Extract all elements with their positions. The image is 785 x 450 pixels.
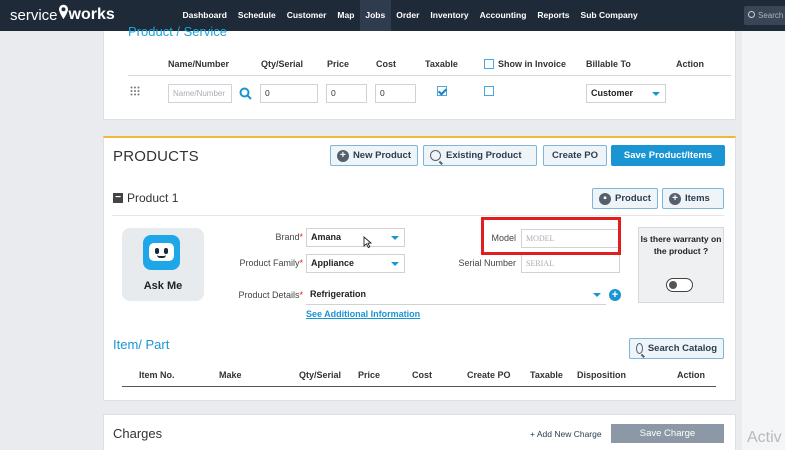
col-make: Make <box>219 370 242 380</box>
save-charge-button[interactable]: Save Charge <box>611 424 724 443</box>
create-po-button[interactable]: Create PO <box>543 145 607 166</box>
main-nav: Dashboard Schedule Customer Map Jobs Ord… <box>177 0 643 31</box>
chevron-down-icon <box>391 262 399 266</box>
item-header-divider <box>122 386 716 387</box>
col-action: Action <box>676 59 704 69</box>
col-item-action: Action <box>677 370 705 380</box>
save-product-items-button[interactable]: Save Product/Items <box>611 145 725 166</box>
products-title: PRODUCTS <box>113 148 199 165</box>
charges-title: Charges <box>113 426 163 441</box>
new-product-button[interactable]: + New Product <box>330 145 418 166</box>
robot-icon <box>143 235 180 270</box>
product-details-select[interactable]: Refrigeration <box>306 286 606 305</box>
search-icon <box>748 11 755 18</box>
col-item-taxable: Taxable <box>530 370 563 380</box>
drag-handle-icon[interactable] <box>130 86 140 96</box>
product-1-label: Product 1 <box>127 191 179 205</box>
activation-watermark: Activ <box>747 429 782 446</box>
item-part-title: Item/ Part <box>113 337 170 352</box>
nav-jobs[interactable]: Jobs <box>359 0 391 31</box>
nav-reports[interactable]: Reports <box>532 0 575 31</box>
brand-label: Brand* <box>275 232 303 242</box>
show-in-invoice-checkbox[interactable] <box>484 86 494 96</box>
taxable-checkbox[interactable] <box>437 86 447 96</box>
serial-number-label: Serial Number <box>458 258 516 268</box>
col-item-create-po: Create PO <box>467 370 511 380</box>
warranty-panel: Is there warranty on the product ? <box>638 227 724 303</box>
right-margin <box>742 31 785 450</box>
map-pin-icon <box>58 4 68 20</box>
col-price: Price <box>327 59 350 69</box>
col-item-disposition: Disposition <box>577 370 626 380</box>
serial-number-input[interactable]: SERIAL <box>521 254 620 273</box>
search-icon <box>430 150 441 161</box>
plus-icon: + <box>669 192 681 205</box>
brand-select[interactable]: Amana <box>306 228 405 247</box>
nav-map[interactable]: Map <box>332 0 360 31</box>
name-number-input[interactable]: Name/Number <box>168 84 232 103</box>
nav-order[interactable]: Order <box>391 0 425 31</box>
ask-me-widget[interactable]: Ask Me <box>122 228 204 301</box>
search-icon <box>636 343 643 354</box>
nav-schedule[interactable]: Schedule <box>232 0 281 31</box>
product-icon: ▪ <box>599 192 611 205</box>
nav-accounting[interactable]: Accounting <box>474 0 532 31</box>
search-icon[interactable] <box>239 87 252 100</box>
chevron-down-icon <box>593 293 601 297</box>
product-button[interactable]: ▪ Product <box>592 188 658 209</box>
product-details-label: Product Details* <box>238 290 303 300</box>
cost-input[interactable]: 0 <box>375 84 416 103</box>
collapse-icon[interactable]: − <box>113 193 123 203</box>
model-highlight-box <box>481 217 621 255</box>
col-billable-to: Billable To <box>586 59 631 69</box>
chevron-down-icon <box>652 92 660 96</box>
chevron-down-icon <box>391 236 399 240</box>
col-name-number: Name/Number <box>168 59 230 69</box>
add-new-charge-link[interactable]: + Add New Charge <box>530 429 602 439</box>
existing-product-button[interactable]: Existing Product <box>423 145 537 166</box>
see-additional-information-link[interactable]: See Additional Information <box>306 309 420 319</box>
col-item-no: Item No. <box>139 370 175 380</box>
col-item-cost: Cost <box>412 370 432 380</box>
col-taxable: Taxable <box>425 59 458 69</box>
product-family-label: Product Family* <box>239 258 303 268</box>
show-in-invoice-header-checkbox[interactable] <box>484 59 494 69</box>
servicesworks-logo[interactable]: service works <box>10 4 115 26</box>
billable-to-select[interactable]: Customer <box>586 84 666 103</box>
nav-sub-company[interactable]: Sub Company <box>575 0 643 31</box>
ask-me-label: Ask Me <box>143 280 183 292</box>
header-divider <box>128 75 731 76</box>
product-divider <box>112 215 724 216</box>
col-qty-serial: Qty/Serial <box>261 59 304 69</box>
search-catalog-button[interactable]: Search Catalog <box>629 338 724 359</box>
warranty-question: Is there warranty on the product ? <box>640 234 722 256</box>
col-item-qty-serial: Qty/Serial <box>299 370 342 380</box>
col-cost: Cost <box>376 59 396 69</box>
product-family-select[interactable]: Appliance <box>306 254 405 273</box>
warranty-toggle[interactable] <box>666 278 693 292</box>
nav-inventory[interactable]: Inventory <box>425 0 474 31</box>
mouse-cursor-icon <box>363 236 372 249</box>
price-input[interactable]: 0 <box>326 84 367 103</box>
col-show-in-invoice: Show in Invoice <box>498 59 567 69</box>
product-service-title: Product / Service <box>128 24 227 39</box>
top-search-input[interactable]: Search <box>744 6 785 25</box>
nav-customer[interactable]: Customer <box>281 0 332 31</box>
col-item-price: Price <box>358 370 381 380</box>
plus-icon: + <box>337 149 349 162</box>
add-product-details-icon[interactable]: + <box>609 289 621 301</box>
qty-serial-input[interactable]: 0 <box>260 84 318 103</box>
items-button[interactable]: + Items <box>662 188 724 209</box>
